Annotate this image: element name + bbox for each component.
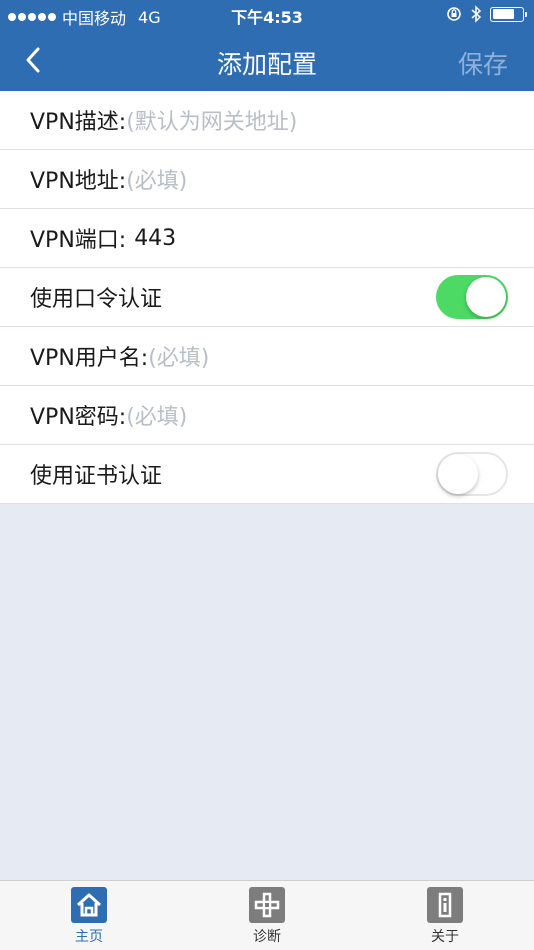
field-placeholder: (必填): [148, 346, 210, 371]
field-label: VPN用户名:: [30, 346, 149, 371]
field-label: VPN描述:: [30, 110, 127, 135]
field-label: VPN地址:: [30, 169, 127, 194]
password-auth-toggle[interactable]: [436, 275, 508, 319]
vpn-username-field[interactable]: VPN用户名: (必填): [0, 327, 534, 386]
page-title: 添加配置: [216, 50, 317, 79]
field-label: 使用口令认证: [30, 287, 163, 312]
password-auth-row: 使用口令认证: [0, 268, 534, 327]
certificate-auth-row: 使用证书认证: [0, 445, 534, 504]
config-form: VPN描述: (默认为网关地址) VPN地址: (必填) VPN端口: 443 …: [0, 91, 534, 504]
save-button[interactable]: 保存: [458, 45, 508, 81]
diagnose-icon: [249, 887, 285, 923]
field-label: 使用证书认证: [30, 464, 163, 489]
toggle-knob: [466, 277, 506, 317]
field-placeholder: (必填): [126, 169, 188, 194]
tab-about[interactable]: 关于: [356, 881, 534, 950]
vpn-password-field[interactable]: VPN密码: (必填): [0, 386, 534, 445]
battery-icon: [490, 6, 527, 22]
status-bar: 中国移动 4G 下午4:53: [0, 0, 534, 30]
field-placeholder: (必填): [126, 405, 188, 430]
vpn-port-field[interactable]: VPN端口: 443: [0, 209, 534, 268]
field-label: VPN密码:: [30, 405, 127, 430]
toggle-knob: [438, 454, 478, 494]
field-placeholder: (默认为网关地址): [126, 110, 298, 135]
tab-diagnose[interactable]: 诊断: [178, 881, 356, 950]
tab-home[interactable]: 主页: [0, 881, 178, 950]
field-label: VPN端口:: [30, 228, 127, 253]
tab-label: 主页: [75, 929, 103, 945]
tab-label: 诊断: [253, 929, 281, 945]
about-icon: [427, 887, 463, 923]
status-right: [446, 5, 527, 23]
orientation-lock-icon: [447, 7, 461, 21]
nav-bar: 添加配置 保存: [0, 30, 534, 91]
field-value: 443: [134, 225, 177, 251]
bluetooth-icon: [471, 5, 482, 23]
vpn-description-field[interactable]: VPN描述: (默认为网关地址): [0, 91, 534, 150]
vpn-address-field[interactable]: VPN地址: (必填): [0, 150, 534, 209]
home-icon: [71, 887, 107, 923]
certificate-auth-toggle[interactable]: [436, 452, 508, 496]
tab-label: 关于: [431, 929, 459, 945]
tab-bar: 主页 诊断 关于: [0, 880, 534, 950]
